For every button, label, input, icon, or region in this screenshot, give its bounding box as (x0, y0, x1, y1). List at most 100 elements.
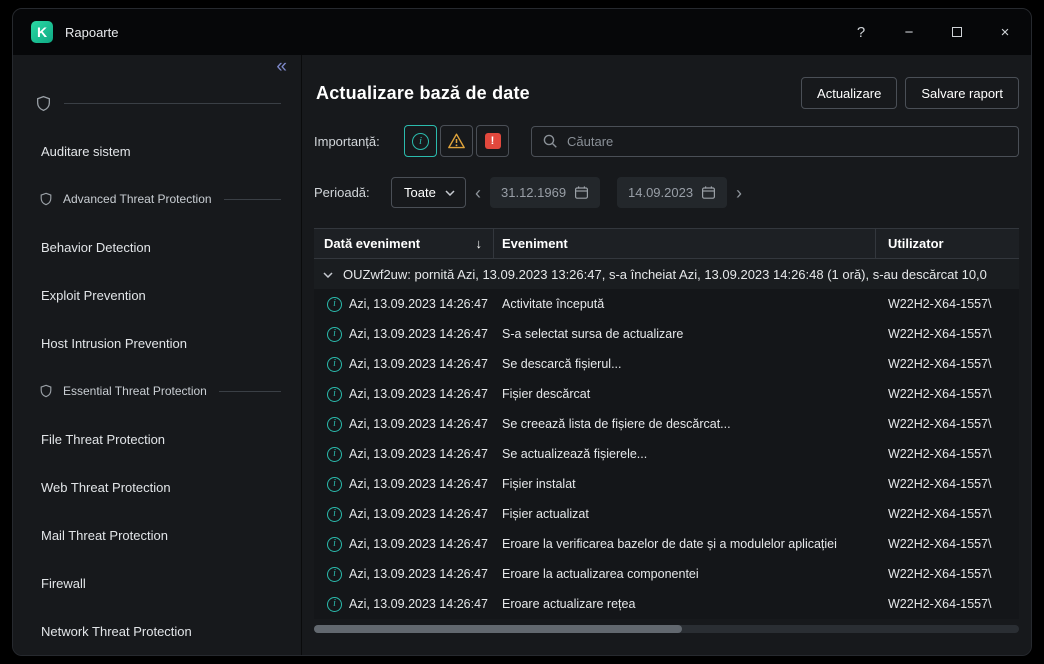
table-row[interactable]: i Azi, 13.09.2023 14:26:47 Fișier actual… (314, 499, 1019, 529)
event-user: W22H2-X64-1557\ (888, 327, 992, 341)
importance-label: Importanță: (314, 134, 404, 149)
table-row[interactable]: i Azi, 13.09.2023 14:26:47 Eroare la act… (314, 559, 1019, 589)
sidebar-section-label: Advanced Threat Protection (63, 192, 212, 206)
maximize-icon[interactable] (949, 25, 965, 40)
warning-filter-button[interactable] (440, 125, 473, 157)
sidebar-item-host-intrusion-prevention[interactable]: Host Intrusion Prevention (13, 319, 301, 367)
event-name: Se creează lista de fișiere de descărcat… (502, 417, 731, 431)
table-row[interactable]: i Azi, 13.09.2023 14:26:47 Eroare actual… (314, 589, 1019, 619)
column-header-date[interactable]: Dată eveniment ↓ (314, 229, 494, 258)
main-header: Actualizare bază de date Actualizare Sal… (314, 77, 1019, 109)
event-date-cell: i Azi, 13.09.2023 14:26:47 (314, 417, 494, 432)
event-name: Se descarcă fișierul... (502, 357, 622, 371)
sidebar: « Auditare sistem Advanced Threat Protec… (13, 55, 302, 655)
event-user-cell: W22H2-X64-1557\ (876, 297, 1019, 311)
shield-icon (35, 95, 52, 112)
window-controls: ? − × (853, 25, 1013, 40)
main-panel: Actualizare bază de date Actualizare Sal… (302, 55, 1031, 655)
period-select[interactable]: Toate (391, 177, 466, 208)
event-name: Eroare actualizare rețea (502, 597, 635, 611)
critical-icon: ! (485, 133, 501, 149)
sidebar-item-label: Host Intrusion Prevention (41, 336, 187, 351)
sort-descending-icon: ↓ (476, 236, 483, 251)
event-user: W22H2-X64-1557\ (888, 597, 992, 611)
event-date: Azi, 13.09.2023 14:26:47 (349, 387, 488, 401)
column-header-event[interactable]: Eveniment (494, 229, 876, 258)
events-table: Dată eveniment ↓ Eveniment Utilizator OU… (314, 228, 1019, 633)
table-row[interactable]: i Azi, 13.09.2023 14:26:47 Fișier descăr… (314, 379, 1019, 409)
date-from-field[interactable]: 31.12.1969 (490, 177, 600, 208)
event-date-cell: i Azi, 13.09.2023 14:26:47 (314, 357, 494, 372)
event-date: Azi, 13.09.2023 14:26:47 (349, 297, 488, 311)
sidebar-item-file-threat-protection[interactable]: File Threat Protection (13, 415, 301, 463)
sidebar-item-label: Mail Threat Protection (41, 528, 168, 543)
section-divider (224, 199, 281, 200)
sidebar-item-label: Exploit Prevention (41, 288, 146, 303)
table-header: Dată eveniment ↓ Eveniment Utilizator (314, 228, 1019, 259)
save-report-button[interactable]: Salvare raport (905, 77, 1019, 109)
sidebar-item-web-threat-protection[interactable]: Web Threat Protection (13, 463, 301, 511)
event-date-cell: i Azi, 13.09.2023 14:26:47 (314, 327, 494, 342)
sidebar-item-firewall[interactable]: Firewall (13, 559, 301, 607)
event-date-cell: i Azi, 13.09.2023 14:26:47 (314, 297, 494, 312)
table-row[interactable]: i Azi, 13.09.2023 14:26:47 S-a selectat … (314, 319, 1019, 349)
sidebar-item-auditare-sistem[interactable]: Auditare sistem (13, 127, 301, 175)
info-icon: i (327, 297, 342, 312)
table-row[interactable]: i Azi, 13.09.2023 14:26:47 Se actualizea… (314, 439, 1019, 469)
prev-period-icon[interactable]: ‹ (475, 184, 481, 202)
event-name: Activitate începută (502, 297, 604, 311)
event-name-cell: Fișier instalat (494, 477, 876, 491)
event-date-cell: i Azi, 13.09.2023 14:26:47 (314, 597, 494, 612)
update-button[interactable]: Actualizare (801, 77, 897, 109)
search-input[interactable] (567, 134, 1008, 149)
sidebar-menu: Auditare sistem Advanced Threat Protecti… (13, 79, 301, 655)
sidebar-section-essential-threat-protection: Essential Threat Protection (13, 367, 301, 415)
app-window: K Rapoarte ? − × « Auditare sistem Advan… (12, 8, 1032, 656)
sidebar-item-network-threat-protection[interactable]: Network Threat Protection (13, 607, 301, 655)
table-row[interactable]: i Azi, 13.09.2023 14:26:47 Activitate în… (314, 289, 1019, 319)
maximize-glyph (952, 27, 962, 37)
sidebar-item-exploit-prevention[interactable]: Exploit Prevention (13, 271, 301, 319)
app-title: Rapoarte (65, 25, 118, 40)
event-user: W22H2-X64-1557\ (888, 417, 992, 431)
shield-icon (39, 192, 53, 206)
column-header-user[interactable]: Utilizator (876, 229, 1019, 258)
event-user-cell: W22H2-X64-1557\ (876, 537, 1019, 551)
horizontal-scrollbar[interactable] (314, 625, 1019, 633)
scrollbar-thumb[interactable] (314, 625, 682, 633)
window-body: « Auditare sistem Advanced Threat Protec… (13, 55, 1031, 655)
search-box (531, 126, 1019, 157)
table-row[interactable]: i Azi, 13.09.2023 14:26:47 Se descarcă f… (314, 349, 1019, 379)
event-name-cell: Se descarcă fișierul... (494, 357, 876, 371)
event-date-cell: i Azi, 13.09.2023 14:26:47 (314, 537, 494, 552)
table-row[interactable]: i Azi, 13.09.2023 14:26:47 Se creează li… (314, 409, 1019, 439)
sidebar-item-mail-threat-protection[interactable]: Mail Threat Protection (13, 511, 301, 559)
event-user: W22H2-X64-1557\ (888, 297, 992, 311)
sidebar-item-label: Behavior Detection (41, 240, 151, 255)
info-icon: i (327, 567, 342, 582)
date-to-field[interactable]: 14.09.2023 (617, 177, 727, 208)
task-group-summary: OUZwf2uw: pornită Azi, 13.09.2023 13:26:… (343, 267, 987, 282)
close-icon[interactable]: × (997, 25, 1013, 40)
calendar-icon (701, 185, 716, 200)
info-filter-button[interactable]: i (404, 125, 437, 157)
minimize-icon[interactable]: − (901, 25, 917, 40)
table-row[interactable]: i Azi, 13.09.2023 14:26:47 Eroare la ver… (314, 529, 1019, 559)
sidebar-item-behavior-detection[interactable]: Behavior Detection (13, 223, 301, 271)
event-name: S-a selectat sursa de actualizare (502, 327, 683, 341)
help-icon[interactable]: ? (853, 25, 869, 40)
table-row[interactable]: i Azi, 13.09.2023 14:26:47 Fișier instal… (314, 469, 1019, 499)
sidebar-collapse-icon[interactable]: « (276, 57, 287, 76)
event-date-cell: i Azi, 13.09.2023 14:26:47 (314, 567, 494, 582)
event-user: W22H2-X64-1557\ (888, 447, 992, 461)
critical-filter-button[interactable]: ! (476, 125, 509, 157)
event-date-cell: i Azi, 13.09.2023 14:26:47 (314, 507, 494, 522)
task-group-row[interactable]: OUZwf2uw: pornită Azi, 13.09.2023 13:26:… (314, 259, 1019, 289)
period-filter-row: Perioadă: Toate ‹ 31.12.1969 (314, 177, 1019, 208)
event-user: W22H2-X64-1557\ (888, 507, 992, 521)
event-user-cell: W22H2-X64-1557\ (876, 567, 1019, 581)
kaspersky-logo-icon: K (31, 21, 53, 43)
event-user-cell: W22H2-X64-1557\ (876, 327, 1019, 341)
sidebar-section-label: Essential Threat Protection (63, 384, 207, 398)
next-period-icon[interactable]: › (736, 184, 742, 202)
